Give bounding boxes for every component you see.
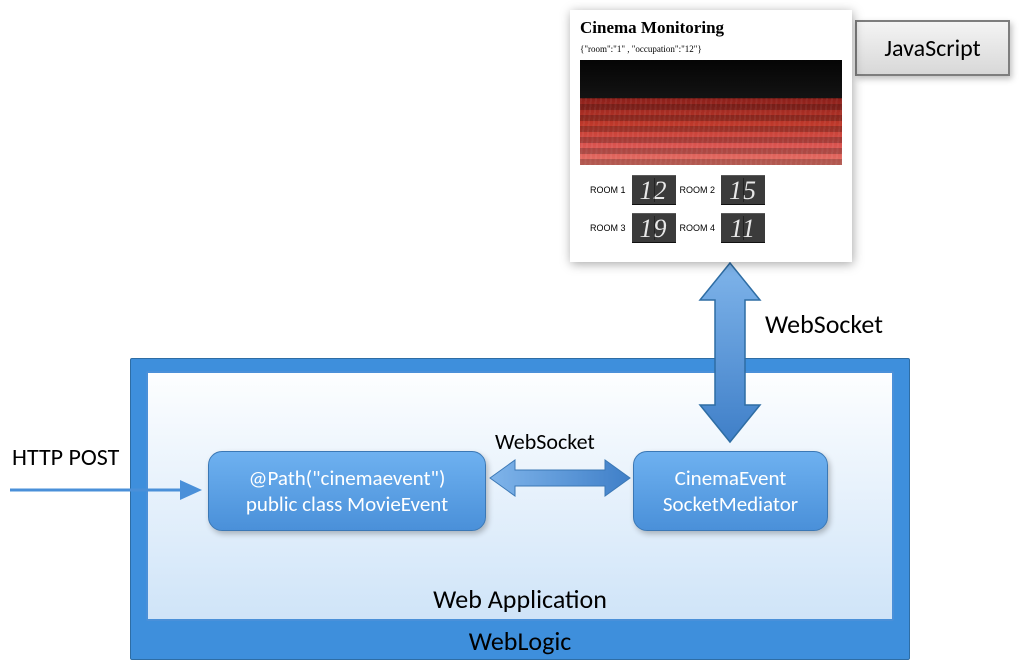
weblogic-label: WebLogic — [131, 625, 909, 657]
socketmediator-line2: SocketMediator — [663, 491, 798, 517]
javascript-badge: JavaScript — [855, 20, 1010, 76]
webapp-label: Web Application — [148, 583, 892, 615]
cinema-title: Cinema Monitoring — [580, 18, 842, 38]
movieevent-class-node: @Path("cinemaevent") public class MovieE… — [208, 451, 486, 531]
room-1-label: ROOM 1 — [590, 185, 628, 195]
room-3-counter: 19 — [632, 213, 676, 243]
cinema-json-snippet: {"room":"1" , "occupation":"12"} — [580, 44, 842, 54]
http-post-label: HTTP POST — [12, 443, 119, 472]
movieevent-declaration: public class MovieEvent — [246, 491, 448, 517]
socketmediator-node: CinemaEvent SocketMediator — [633, 451, 828, 531]
cinema-theatre-image — [580, 60, 842, 165]
room-4-counter: 11 — [721, 213, 765, 243]
room-3-label: ROOM 3 — [590, 223, 628, 233]
weblogic-container: WebLogic Web Application @Path("cinemaev… — [130, 358, 910, 660]
javascript-badge-text: JavaScript — [884, 34, 980, 63]
room-occupancy-grid: ROOM 1 12 ROOM 2 15 ROOM 3 19 ROOM 4 11 — [580, 175, 842, 243]
room-2-counter: 15 — [721, 175, 765, 205]
websocket-label-internal: WebSocket — [495, 428, 595, 455]
socketmediator-line1: CinemaEvent — [675, 465, 787, 491]
movieevent-annotation: @Path("cinemaevent") — [249, 465, 446, 491]
room-4-label: ROOM 4 — [680, 223, 718, 233]
room-1-counter: 12 — [632, 175, 676, 205]
webapp-container: Web Application @Path("cinemaevent") pub… — [146, 371, 894, 621]
websocket-label-external: WebSocket — [765, 308, 883, 340]
cinema-monitoring-panel: Cinema Monitoring {"room":"1" , "occupat… — [570, 10, 852, 262]
room-2-label: ROOM 2 — [680, 185, 718, 195]
